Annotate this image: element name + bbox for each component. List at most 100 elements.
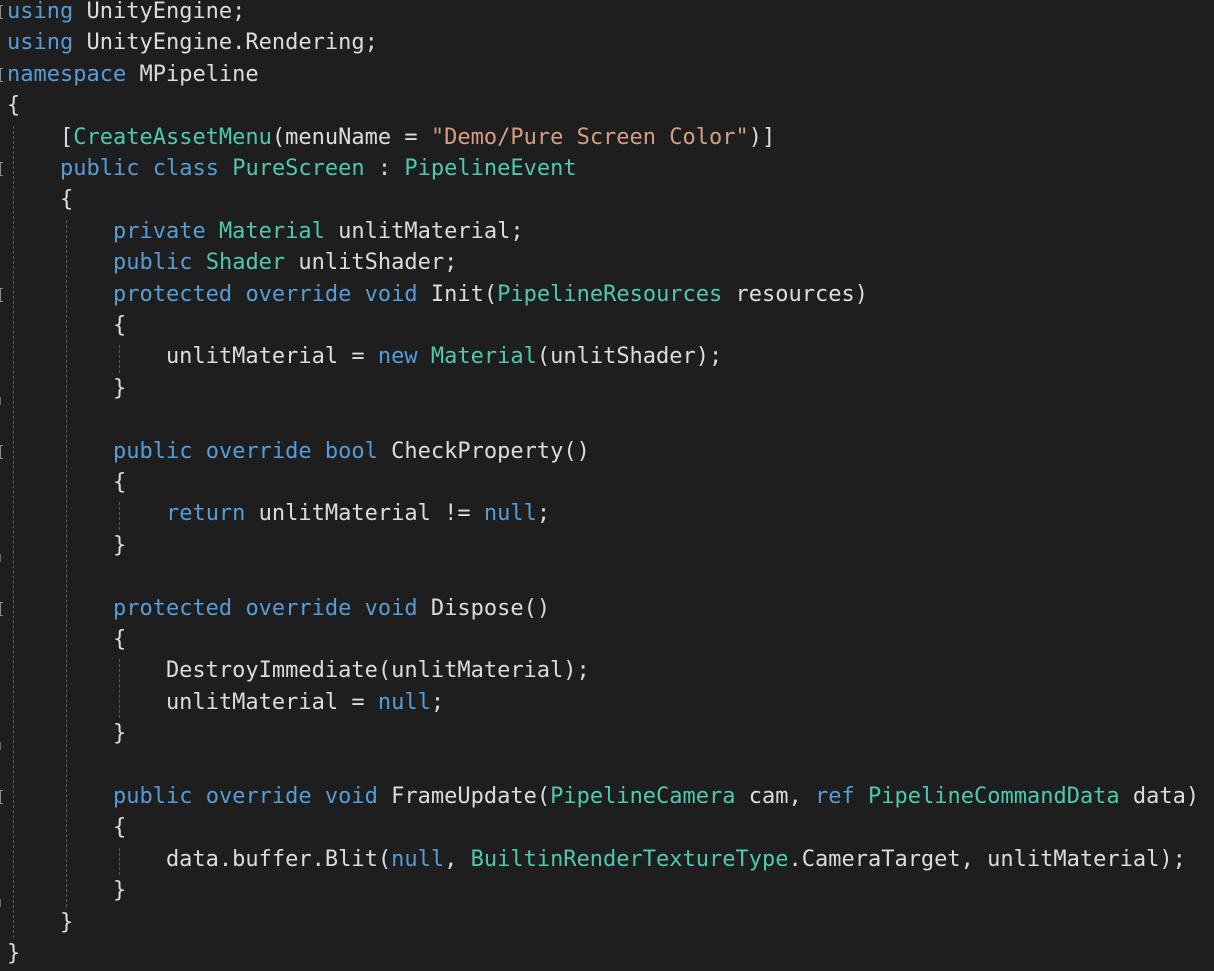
code-token: } [7, 532, 127, 558]
code-token: PureScreen [232, 156, 365, 181]
code-token: new [377, 344, 418, 370]
code-token: FrameUpdate( [377, 784, 551, 809]
code-editor[interactable]: using UnityEngine; using UnityEngine.Rend… [0, 0, 1214, 971]
code-line: data.buffer.Blit(null, BuiltinRenderText… [7, 844, 1186, 875]
code-token: ref [815, 784, 855, 809]
code-line: { [7, 812, 126, 843]
code-token: UnityEngine; [73, 0, 246, 24]
fold-toggle-icon[interactable] [0, 5, 3, 19]
code-token: Shader [205, 250, 286, 276]
code-token: } [7, 721, 127, 747]
fold-toggle-icon[interactable] [0, 790, 3, 804]
code-token: [ [7, 124, 74, 150]
code-token: { [7, 815, 127, 841]
code-token: void [364, 595, 418, 621]
code-line: { [7, 310, 126, 341]
code-token: : [364, 156, 405, 181]
code-token: using [7, 0, 74, 24]
code-token: CreateAssetMenu [73, 124, 272, 150]
code-token: ; [430, 689, 445, 715]
fold-end-marker [0, 396, 1, 405]
fold-end-marker [0, 899, 1, 908]
code-token: unlitShader; [285, 250, 458, 276]
code-line: } [7, 875, 126, 906]
code-token: { [7, 187, 74, 213]
code-token: { [7, 627, 127, 652]
code-line: public override void FrameUpdate(Pipelin… [7, 781, 1199, 812]
code-line: unlitMaterial = null; [7, 687, 444, 718]
code-token: protected [112, 281, 233, 307]
code-token: override [245, 281, 352, 307]
code-token: public [59, 156, 140, 181]
code-token: Material [218, 218, 325, 244]
code-line: } [7, 530, 126, 561]
code-token: using [7, 30, 74, 56]
code-token: } [7, 375, 127, 401]
code-token: { [7, 470, 127, 495]
fold-toggle-icon[interactable] [0, 601, 3, 616]
code-token: namespace [7, 61, 127, 87]
code-line: { [7, 90, 20, 121]
code-token: public [112, 438, 193, 464]
code-line: public override bool CheckProperty() [7, 436, 590, 467]
code-token: "Demo/Pure Screen Color" [430, 124, 749, 150]
code-line: namespace MPipeline [7, 59, 259, 90]
code-line: using UnityEngine; [7, 0, 245, 27]
code-token: Material [430, 344, 537, 370]
fold-toggle-icon[interactable] [0, 162, 3, 176]
code-token: PipelineCamera [550, 784, 736, 809]
code-token: data.buffer.Blit( [7, 846, 392, 872]
code-line: private Material unlitMaterial; [7, 216, 524, 247]
fold-end-marker [0, 742, 1, 751]
code-token: null [483, 501, 537, 527]
code-token: override [205, 438, 312, 464]
code-line: return unlitMaterial != null; [7, 498, 550, 529]
code-token: data) [1119, 784, 1200, 809]
fold-toggle-icon[interactable] [0, 444, 3, 459]
code-line: } [7, 907, 73, 938]
code-line: } [7, 373, 126, 404]
code-token: void [364, 281, 418, 307]
code-token: unlitMaterial = [7, 344, 378, 370]
code-token: } [7, 878, 127, 904]
code-token: public [112, 784, 193, 809]
code-line: public class PureScreen : PipelineEvent [7, 153, 577, 184]
code-line: } [7, 718, 126, 749]
code-token: Init( [417, 281, 498, 307]
code-token: DestroyImmediate(unlitMaterial); [7, 658, 590, 684]
code-token: bool [324, 438, 378, 464]
code-line: { [7, 467, 126, 498]
code-line: using UnityEngine.Rendering; [7, 27, 378, 58]
code-line: unlitMaterial = new Material(unlitShader… [7, 341, 722, 372]
code-token: BuiltinRenderTextureType [470, 846, 789, 872]
code-token: CheckProperty() [377, 438, 590, 464]
code-token: unlitMaterial; [324, 218, 524, 244]
code-line: public Shader unlitShader; [7, 247, 457, 278]
code-token: (unlitShader); [536, 344, 723, 370]
code-token: .CameraTarget, unlitMaterial); [788, 846, 1186, 872]
code-token: } [7, 941, 21, 966]
code-token: UnityEngine.Rendering; [73, 30, 378, 56]
fold-toggle-icon[interactable] [0, 287, 3, 302]
code-token: PipelineResources [497, 281, 723, 307]
code-token: override [205, 784, 312, 809]
code-token: public [112, 250, 193, 276]
code-token: PipelineCommandData [868, 784, 1120, 809]
fold-toggle-icon[interactable] [0, 67, 3, 82]
code-token: protected [112, 595, 233, 621]
code-line: { [7, 624, 126, 655]
code-token: (menuName = [271, 124, 431, 150]
code-line: } [7, 938, 20, 969]
